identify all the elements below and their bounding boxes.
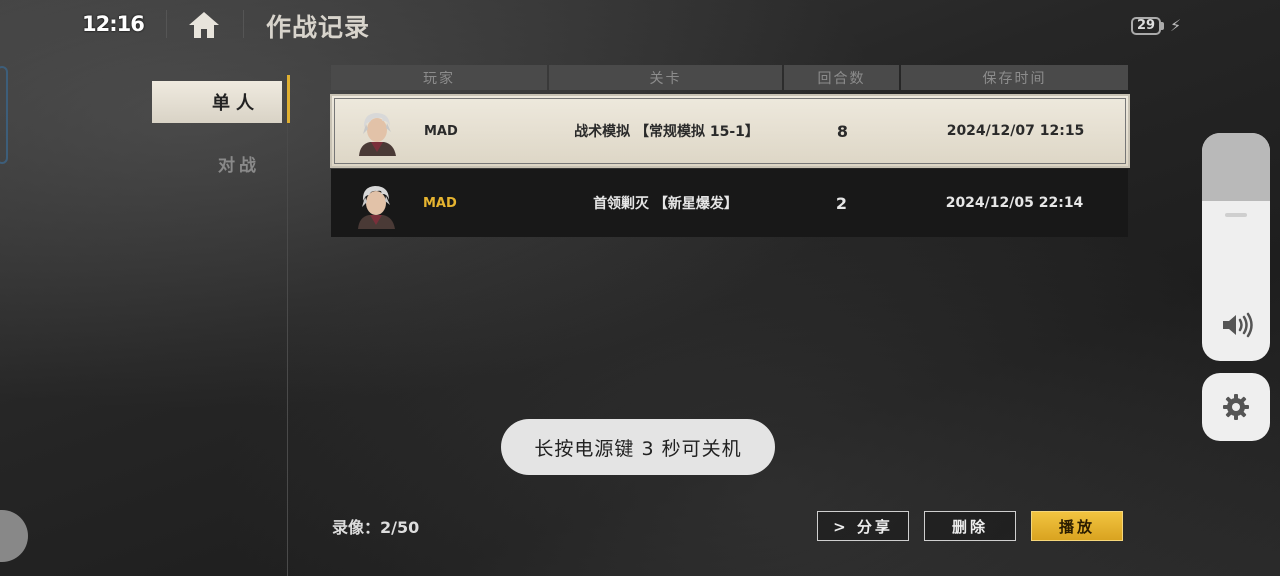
saved-time: 2024/12/05 22:14 [945,195,1084,211]
status-time: 12:16 [82,12,145,36]
assistive-float-button[interactable] [0,510,28,562]
saved-time: 2024/12/07 12:15 [946,123,1085,139]
tab-versus[interactable]: 对战 [152,145,282,181]
avatar [354,108,400,156]
rounds-value: 8 [836,121,849,141]
rounds-value: 2 [835,193,848,213]
column-header-rounds: 回合数 [784,65,899,90]
header-divider [243,10,244,38]
table-row[interactable]: MAD 首领剿灭 【新星爆发】 2 2024/12/05 22:14 [331,169,1128,237]
home-button[interactable] [186,8,222,42]
battery-indicator: 29 [1131,17,1161,35]
active-tab-indicator [287,75,290,123]
stage-name: 战术模拟 【常规模拟 15-1】 [574,124,759,140]
volume-slider[interactable] [1202,133,1270,361]
tab-single-player[interactable]: 单人 [152,81,282,123]
table-header: 玩家 关卡 回合数 保存时间 [331,65,1128,90]
home-icon [189,12,219,38]
header-divider [166,10,167,38]
column-header-player: 玩家 [331,65,547,90]
volume-level-fill [1202,133,1270,201]
player-name: MAD [424,123,458,139]
stage-name: 首领剿灭 【新星爆发】 [593,196,738,212]
bolt-icon: ⚡ [1170,16,1182,35]
column-header-saved-time: 保存时间 [901,65,1128,90]
gear-icon [1223,394,1249,420]
system-toast: 长按电源键 3 秒可关机 [501,419,775,475]
column-header-stage: 关卡 [549,65,782,90]
play-button[interactable]: 播放 [1031,511,1123,541]
recording-count: 录像：2/50 [332,518,420,537]
sidebar-divider [287,75,288,576]
share-button[interactable]: > 分享 [817,511,909,541]
volume-handle[interactable] [1225,213,1247,217]
player-name: MAD [423,195,457,211]
delete-button[interactable]: 删除 [924,511,1016,541]
table-row[interactable]: MAD 战术模拟 【常规模拟 15-1】 8 2024/12/07 12:15 [330,94,1130,168]
battery-tip [1161,22,1164,30]
speaker-icon[interactable] [1220,311,1254,339]
edge-panel-handle[interactable] [0,66,8,164]
settings-button[interactable] [1202,373,1270,441]
avatar [353,181,399,229]
page-title: 作战记录 [266,13,371,42]
